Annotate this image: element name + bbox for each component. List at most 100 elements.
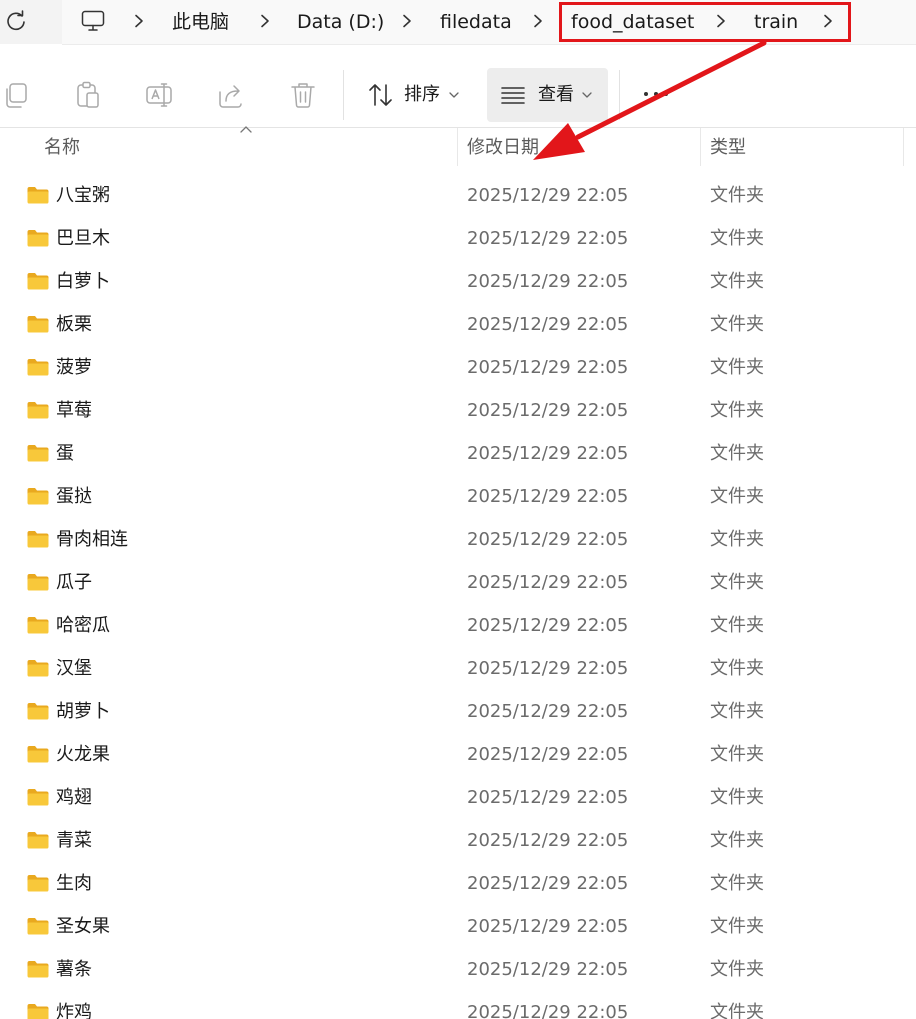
- file-row[interactable]: 巴旦木 2025/12/29 22:05 文件夹: [0, 218, 916, 261]
- folder-icon: [26, 744, 50, 764]
- chevron-down-icon: [449, 92, 459, 98]
- breadcrumb-filedata[interactable]: filedata: [440, 9, 512, 35]
- file-name: 鸡翅: [56, 787, 92, 808]
- column-header-type[interactable]: 类型: [710, 135, 746, 161]
- sort-icon: [369, 84, 392, 106]
- sort-button[interactable]: 排序: [360, 70, 472, 120]
- file-name: 炸鸡: [56, 1002, 92, 1019]
- file-type: 文件夹: [710, 400, 764, 421]
- chevron-right-icon[interactable]: [401, 14, 413, 28]
- folder-icon: [26, 959, 50, 979]
- file-type: 文件夹: [710, 1002, 764, 1019]
- refresh-icon[interactable]: [2, 7, 30, 35]
- file-name: 巴旦木: [56, 228, 110, 249]
- copy-icon[interactable]: [2, 80, 32, 110]
- folder-icon: [26, 314, 50, 334]
- file-row[interactable]: 哈密瓜 2025/12/29 22:05 文件夹: [0, 605, 916, 648]
- breadcrumb-data-drive[interactable]: Data (D:): [297, 9, 384, 35]
- chevron-right-icon[interactable]: [532, 14, 544, 28]
- file-date-modified: 2025/12/29 22:05: [467, 271, 629, 292]
- file-row[interactable]: 胡萝卜 2025/12/29 22:05 文件夹: [0, 691, 916, 734]
- folder-icon: [26, 701, 50, 721]
- chevron-right-icon[interactable]: [259, 14, 271, 28]
- column-separator[interactable]: [457, 128, 458, 166]
- file-date-modified: 2025/12/29 22:05: [467, 1002, 629, 1019]
- file-type: 文件夹: [710, 271, 764, 292]
- column-separator[interactable]: [903, 128, 904, 166]
- file-date-modified: 2025/12/29 22:05: [467, 400, 629, 421]
- file-type: 文件夹: [710, 873, 764, 894]
- file-type: 文件夹: [710, 357, 764, 378]
- chevron-right-icon[interactable]: [133, 14, 145, 28]
- file-date-modified: 2025/12/29 22:05: [467, 185, 629, 206]
- file-date-modified: 2025/12/29 22:05: [467, 529, 629, 550]
- file-type: 文件夹: [710, 701, 764, 722]
- file-type: 文件夹: [710, 830, 764, 851]
- folder-icon: [26, 916, 50, 936]
- folder-icon: [26, 486, 50, 506]
- file-date-modified: 2025/12/29 22:05: [467, 830, 629, 851]
- chevron-down-icon: [582, 92, 592, 98]
- folder-icon: [26, 873, 50, 893]
- column-separator[interactable]: [700, 128, 701, 166]
- file-type: 文件夹: [710, 787, 764, 808]
- file-name: 骨肉相连: [56, 529, 128, 550]
- command-bar-divider: [619, 70, 620, 120]
- folder-icon: [26, 787, 50, 807]
- file-row[interactable]: 蛋挞 2025/12/29 22:05 文件夹: [0, 476, 916, 519]
- file-name: 胡萝卜: [56, 701, 110, 722]
- file-type: 文件夹: [710, 314, 764, 335]
- more-options-icon[interactable]: [636, 84, 676, 104]
- paste-icon[interactable]: [73, 80, 103, 110]
- file-row[interactable]: 汉堡 2025/12/29 22:05 文件夹: [0, 648, 916, 691]
- file-row[interactable]: 白萝卜 2025/12/29 22:05 文件夹: [0, 261, 916, 304]
- address-bar-area: 此电脑 Data (D:) filedata food_dataset trai…: [0, 0, 916, 45]
- file-type: 文件夹: [710, 572, 764, 593]
- view-button[interactable]: 查看: [487, 68, 608, 122]
- file-row[interactable]: 八宝粥 2025/12/29 22:05 文件夹: [0, 175, 916, 218]
- file-row[interactable]: 生肉 2025/12/29 22:05 文件夹: [0, 863, 916, 906]
- file-date-modified: 2025/12/29 22:05: [467, 228, 629, 249]
- file-date-modified: 2025/12/29 22:05: [467, 959, 629, 980]
- file-name: 蛋挞: [56, 486, 92, 507]
- view-label: 查看: [538, 84, 574, 105]
- breadcrumb-this-pc[interactable]: 此电脑: [172, 9, 229, 35]
- file-date-modified: 2025/12/29 22:05: [467, 572, 629, 593]
- rename-icon[interactable]: [144, 80, 174, 110]
- file-row[interactable]: 蛋 2025/12/29 22:05 文件夹: [0, 433, 916, 476]
- file-row[interactable]: 青菜 2025/12/29 22:05 文件夹: [0, 820, 916, 863]
- file-type: 文件夹: [710, 529, 764, 550]
- sort-ascending-caret-icon: [240, 126, 252, 133]
- view-list-icon: [501, 87, 525, 104]
- file-row[interactable]: 鸡翅 2025/12/29 22:05 文件夹: [0, 777, 916, 820]
- file-name: 白萝卜: [56, 271, 110, 292]
- delete-icon[interactable]: [288, 80, 318, 110]
- command-bar-divider: [343, 70, 344, 120]
- column-header-name[interactable]: 名称: [44, 135, 80, 161]
- file-row[interactable]: 炸鸡 2025/12/29 22:05 文件夹: [0, 992, 916, 1019]
- file-date-modified: 2025/12/29 22:05: [467, 314, 629, 335]
- file-row[interactable]: 菠萝 2025/12/29 22:05 文件夹: [0, 347, 916, 390]
- file-row[interactable]: 薯条 2025/12/29 22:05 文件夹: [0, 949, 916, 992]
- column-header-date-modified[interactable]: 修改日期: [467, 135, 539, 161]
- file-row[interactable]: 草莓 2025/12/29 22:05 文件夹: [0, 390, 916, 433]
- file-row[interactable]: 板栗 2025/12/29 22:05 文件夹: [0, 304, 916, 347]
- command-bar: 排序 查看: [0, 62, 916, 128]
- file-date-modified: 2025/12/29 22:05: [467, 443, 629, 464]
- file-row[interactable]: 火龙果 2025/12/29 22:05 文件夹: [0, 734, 916, 777]
- file-date-modified: 2025/12/29 22:05: [467, 658, 629, 679]
- file-row[interactable]: 瓜子 2025/12/29 22:05 文件夹: [0, 562, 916, 605]
- folder-icon: [26, 357, 50, 377]
- folder-icon: [26, 615, 50, 635]
- file-row[interactable]: 圣女果 2025/12/29 22:05 文件夹: [0, 906, 916, 949]
- file-name: 八宝粥: [56, 185, 110, 206]
- file-date-modified: 2025/12/29 22:05: [467, 701, 629, 722]
- file-date-modified: 2025/12/29 22:05: [467, 615, 629, 636]
- file-date-modified: 2025/12/29 22:05: [467, 744, 629, 765]
- file-row[interactable]: 骨肉相连 2025/12/29 22:05 文件夹: [0, 519, 916, 562]
- file-list: 八宝粥 2025/12/29 22:05 文件夹 巴旦木 2025/12/29 22:0…: [0, 175, 916, 1019]
- share-icon[interactable]: [216, 80, 246, 110]
- this-pc-icon[interactable]: [81, 10, 105, 32]
- file-explorer-window: 此电脑 Data (D:) filedata food_dataset trai…: [0, 0, 916, 1019]
- file-date-modified: 2025/12/29 22:05: [467, 787, 629, 808]
